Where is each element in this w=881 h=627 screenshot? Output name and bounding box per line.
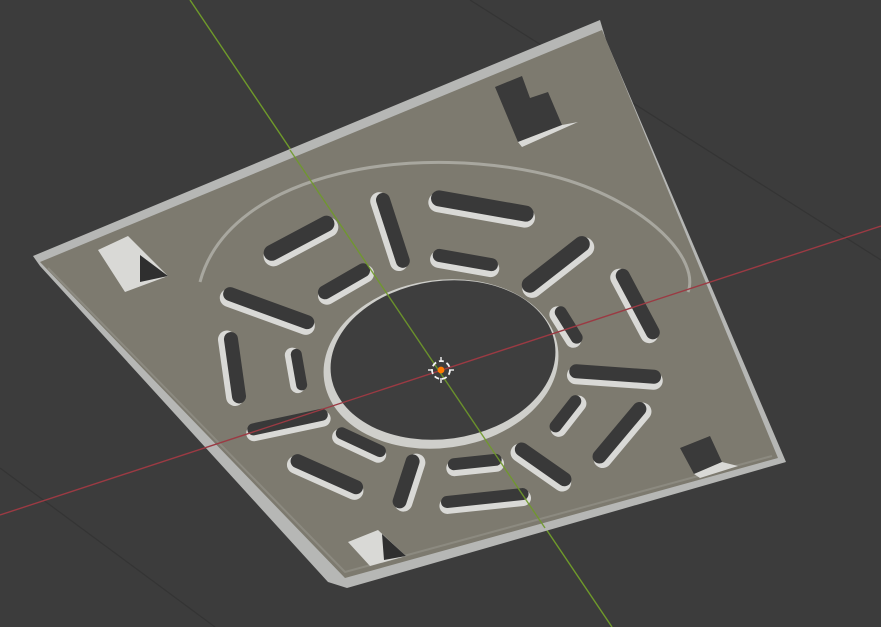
- grid-line: [0, 467, 216, 627]
- viewport-canvas[interactable]: [0, 0, 881, 627]
- 3d-viewport[interactable]: [0, 0, 881, 627]
